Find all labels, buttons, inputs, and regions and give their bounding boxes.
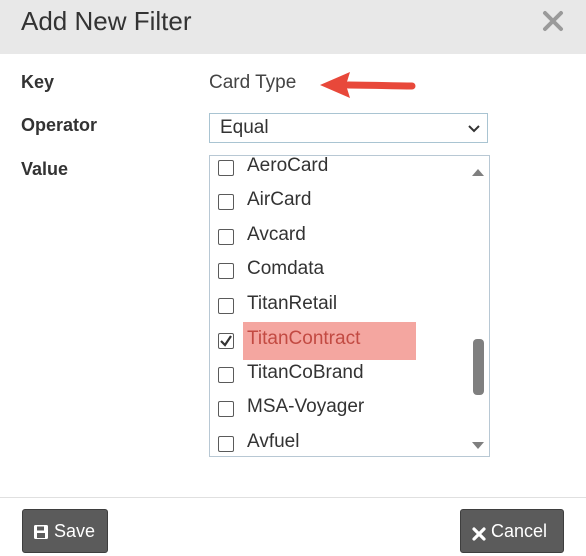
list-item[interactable]: Avcard	[210, 221, 470, 255]
operator-select[interactable]: Equal	[209, 113, 488, 143]
list-item[interactable]: Avfuel	[210, 428, 470, 456]
checkbox[interactable]	[218, 367, 234, 383]
checkbox[interactable]	[218, 194, 234, 210]
checkbox[interactable]	[218, 436, 234, 452]
list-item-label: Comdata	[247, 258, 325, 279]
close-icon[interactable]	[540, 8, 566, 34]
operator-label: Operator	[21, 115, 98, 135]
list-item-label: Avcard	[247, 224, 306, 245]
checkbox-checked[interactable]	[218, 333, 234, 349]
key-value: Card Type	[209, 72, 297, 93]
footer-divider	[0, 497, 586, 498]
list-item[interactable]: MSA-Voyager	[210, 393, 470, 427]
list-item[interactable]: TitanRetail	[210, 290, 470, 324]
list-item-label: TitanRetail	[247, 293, 338, 314]
list-item-label: MSA-Voyager	[247, 396, 365, 417]
cancel-button-label: Cancel	[491, 521, 548, 541]
list-item-label: TitanCoBrand	[247, 362, 364, 383]
checkmark-icon	[220, 335, 232, 347]
close-icon	[472, 525, 486, 546]
list-item-selected[interactable]: TitanContract	[210, 325, 470, 359]
list-item-label: AeroCard	[247, 155, 329, 176]
operator-selected-value: Equal	[220, 117, 269, 138]
floppy-disk-icon	[33, 524, 49, 545]
save-button[interactable]: Save	[22, 509, 108, 553]
chevron-down-icon	[468, 125, 480, 133]
save-button-label: Save	[54, 521, 96, 541]
checkbox[interactable]	[218, 229, 234, 245]
value-listbox[interactable]: AeroCard AirCard Avcard Comdata TitanRet…	[209, 155, 490, 457]
list-item-label: Avfuel	[247, 431, 300, 452]
list-item[interactable]: Comdata	[210, 255, 470, 289]
dialog-header: Add New Filter	[0, 0, 586, 54]
annotation-arrow-icon	[316, 70, 416, 109]
list-item-label: TitanContract	[247, 328, 361, 349]
checkbox[interactable]	[218, 298, 234, 314]
list-item[interactable]: AirCard	[210, 186, 470, 220]
scrollbar-thumb[interactable]	[473, 339, 484, 395]
list-item[interactable]: AeroCard	[210, 155, 470, 186]
dialog-title: Add New Filter	[21, 6, 192, 36]
list-item[interactable]: TitanCoBrand	[210, 359, 470, 393]
checkbox[interactable]	[218, 160, 234, 176]
cancel-button[interactable]: Cancel	[460, 509, 564, 553]
checkbox[interactable]	[218, 263, 234, 279]
scroll-down-icon[interactable]	[470, 439, 486, 456]
value-label: Value	[21, 159, 69, 179]
scroll-up-icon[interactable]	[470, 165, 486, 183]
list-item-label: AirCard	[247, 189, 312, 210]
checkbox[interactable]	[218, 401, 234, 417]
key-label: Key	[21, 72, 55, 92]
